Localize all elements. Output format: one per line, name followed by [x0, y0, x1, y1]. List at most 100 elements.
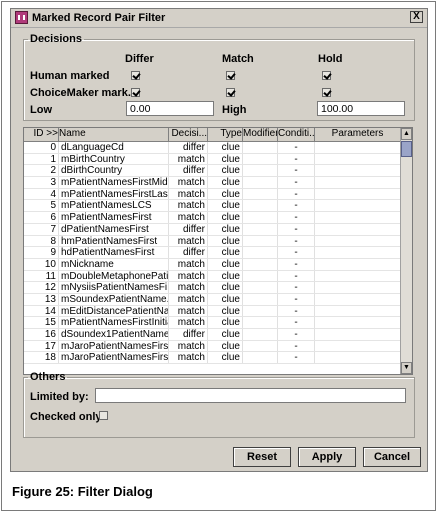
table-cell: mJaroPatientNamesFirs... — [61, 352, 169, 364]
limited-by-input[interactable] — [95, 388, 406, 403]
table-row[interactable]: 16 dSoundex1PatientName... differ clue - — [24, 329, 401, 341]
table-row[interactable]: 9 hdPatientNamesFirst differ clue - — [24, 247, 401, 259]
low-label: Low — [30, 104, 52, 116]
human-marked-label: Human marked — [30, 70, 110, 82]
choicemaker-match-checkbox[interactable] — [226, 88, 235, 97]
table-cell: hmPatientNamesFirst — [59, 235, 169, 247]
table-cell — [315, 352, 401, 364]
table-cell — [243, 305, 278, 317]
high-input[interactable]: 100.00 — [317, 101, 405, 116]
table-cell — [315, 340, 401, 352]
header-decision[interactable]: Decisi... — [169, 128, 208, 141]
low-input[interactable]: 0.00 — [126, 101, 214, 116]
table-row[interactable]: 8 hmPatientNamesFirst match clue - — [24, 235, 401, 248]
table-scrollbar[interactable]: ▲ ▼ — [400, 128, 412, 374]
table-cell: hdPatientNamesFirst — [59, 247, 169, 258]
table-cell: - — [278, 212, 315, 223]
table-cell — [243, 247, 278, 258]
table-cell — [243, 177, 278, 188]
table-row[interactable]: 12 mNysiisPatientNamesFi... match clue - — [24, 282, 401, 294]
table-row[interactable]: 2 dBirthCountry differ clue - — [24, 165, 401, 178]
apply-button[interactable]: Apply — [298, 447, 356, 467]
table-cell — [243, 340, 278, 352]
table-row[interactable]: 17 mJaroPatientNamesFirs... match clue - — [24, 340, 401, 353]
table-cell — [243, 223, 278, 235]
table-cell — [315, 223, 401, 235]
table-cell: clue — [208, 177, 243, 188]
table-cell — [315, 165, 401, 177]
human-marked-match-checkbox[interactable] — [226, 71, 235, 80]
table-cell — [315, 247, 401, 258]
table-row[interactable]: 6 mPatientNamesFirst match clue - — [24, 212, 401, 224]
table-cell: - — [278, 317, 315, 328]
table-cell: mBirthCountry — [59, 153, 169, 165]
table-row[interactable]: 1 mBirthCountry match clue - — [24, 153, 401, 166]
table-row[interactable]: 11 mDoubleMetaphonePati... match clue - — [24, 270, 401, 283]
scroll-thumb[interactable] — [401, 141, 412, 157]
high-label: High — [222, 104, 247, 116]
table-cell — [315, 235, 401, 247]
scroll-up-icon[interactable]: ▲ — [401, 128, 412, 140]
table-cell: 9 — [24, 247, 59, 258]
table-row[interactable]: 5 mPatientNamesLCS match clue - — [24, 200, 401, 213]
table-cell: clue — [208, 223, 243, 235]
column-header-differ: Differ — [125, 53, 154, 65]
table-cell: - — [278, 258, 315, 270]
table-row[interactable]: 18 mJaroPatientNamesFirs... match clue - — [24, 352, 401, 365]
table-cell: - — [278, 177, 315, 188]
figure-caption: Figure 25: Filter Dialog — [12, 484, 153, 499]
table-cell: mJaroPatientNamesFirs... — [61, 340, 169, 352]
header-modifier[interactable]: Modifier — [243, 128, 278, 141]
table-cell: clue — [208, 270, 243, 282]
table-cell: 15 — [24, 317, 59, 328]
reset-button[interactable]: Reset — [233, 447, 291, 467]
header-name[interactable]: Name — [59, 128, 169, 141]
table-row[interactable]: 3 mPatientNamesFirstMid... match clue - — [24, 177, 401, 189]
table-row[interactable]: 14 mEditDistancePatientNa... match clue - — [24, 305, 401, 318]
table-cell: 16 — [24, 329, 59, 340]
table-cell: clue — [208, 258, 243, 270]
table-row[interactable]: 7 dPatientNamesFirst differ clue - — [24, 223, 401, 236]
table-cell — [315, 177, 401, 188]
header-type[interactable]: Type — [208, 128, 243, 141]
table-row[interactable]: 13 mSoundexPatientName... match clue - — [24, 293, 401, 306]
table-cell: match — [169, 188, 208, 200]
table-cell: clue — [208, 352, 243, 364]
cancel-button[interactable]: Cancel — [363, 447, 421, 467]
table-cell — [315, 188, 401, 200]
table-cell: mPatientNamesFirst — [59, 212, 169, 223]
table-row[interactable]: 4 mPatientNamesFirstLast match clue - — [24, 188, 401, 201]
table-cell: match — [169, 153, 208, 165]
table-cell: 4 — [24, 188, 59, 200]
table-row[interactable]: 10 mNickname match clue - — [24, 258, 401, 271]
table-cell: - — [278, 305, 315, 317]
table-cell: dBirthCountry — [59, 165, 169, 177]
choicemaker-hold-checkbox[interactable] — [322, 88, 331, 97]
table-cell — [243, 200, 278, 212]
title-bar[interactable]: Marked Record Pair Filter X — [11, 9, 427, 28]
table-cell — [315, 329, 401, 340]
table-cell: match — [169, 270, 208, 282]
table-row[interactable]: 15 mPatientNamesFirstInitial match clue - — [24, 317, 401, 329]
table-cell: mPatientNamesLCS — [59, 200, 169, 212]
others-group: Others — [23, 371, 415, 438]
header-parameters[interactable]: Parameters — [315, 128, 401, 141]
choicemaker-differ-checkbox[interactable] — [131, 88, 140, 97]
table-cell: 13 — [24, 293, 59, 305]
checked-only-checkbox[interactable] — [99, 411, 108, 420]
table-row[interactable]: 0 dLanguageCd differ clue - — [24, 142, 401, 154]
header-id[interactable]: ID >> — [24, 128, 59, 141]
human-marked-differ-checkbox[interactable] — [131, 71, 140, 80]
table-cell: match — [169, 212, 208, 223]
table-cell: 8 — [24, 235, 59, 247]
table-cell — [243, 165, 278, 177]
table-cell: differ — [169, 247, 208, 258]
human-marked-hold-checkbox[interactable] — [322, 71, 331, 80]
header-condition[interactable]: Conditi... — [278, 128, 315, 141]
table-cell — [315, 293, 401, 305]
table-cell — [243, 142, 278, 153]
table-cell: 3 — [24, 177, 59, 188]
close-button[interactable]: X — [410, 11, 423, 23]
table-cell: - — [278, 188, 315, 200]
table-cell: - — [278, 200, 315, 212]
